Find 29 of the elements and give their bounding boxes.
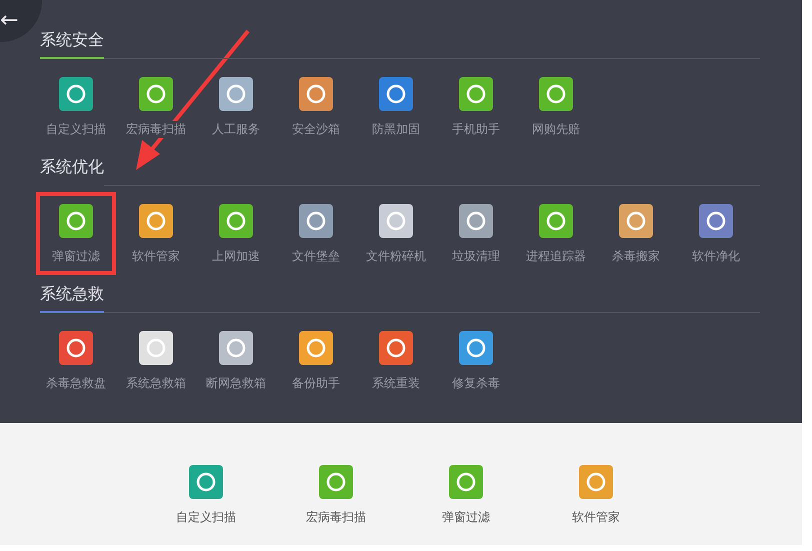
tool-button[interactable]: 垃圾清理 bbox=[436, 192, 516, 275]
tool-button[interactable]: 备份助手 bbox=[276, 319, 356, 402]
tool-button[interactable]: 修复杀毒 bbox=[436, 319, 516, 402]
tool-button[interactable]: 系统重装 bbox=[356, 319, 436, 402]
tool-button[interactable]: 文件粉碎机 bbox=[356, 192, 436, 275]
section-title: 系统急救 bbox=[40, 284, 104, 313]
tool-button[interactable]: 软件管家 bbox=[556, 453, 636, 536]
tool-button[interactable]: 系统急救箱 bbox=[116, 319, 196, 402]
tool-button[interactable]: 自定义扫描 bbox=[166, 453, 246, 536]
section-title: 系统优化 bbox=[40, 157, 104, 186]
tool-button[interactable]: 防黑加固 bbox=[356, 65, 436, 148]
tool-button[interactable]: 杀毒急救盘 bbox=[36, 319, 116, 402]
tool-button[interactable]: 杀毒搬家 bbox=[596, 192, 676, 275]
section-title: 系统安全 bbox=[40, 30, 104, 59]
tool-button[interactable]: 手机助手 bbox=[436, 65, 516, 148]
tool-button[interactable]: 宏病毒扫描 bbox=[116, 65, 196, 148]
tool-button[interactable]: 网购先赔 bbox=[516, 65, 596, 148]
tool-button[interactable]: 人工服务 bbox=[196, 65, 276, 148]
tool-button[interactable]: 上网加速 bbox=[196, 192, 276, 275]
tool-button[interactable]: 文件堡垒 bbox=[276, 192, 356, 275]
tool-button[interactable]: 软件净化 bbox=[676, 192, 756, 275]
tool-button[interactable]: 进程追踪器 bbox=[516, 192, 596, 275]
tool-button[interactable]: 自定义扫描 bbox=[36, 65, 116, 148]
tool-button[interactable]: 弹窗过滤 bbox=[36, 192, 116, 275]
tool-button[interactable]: 安全沙箱 bbox=[276, 65, 356, 148]
tool-button[interactable]: 断网急救箱 bbox=[196, 319, 276, 402]
tool-button[interactable]: 弹窗过滤 bbox=[426, 453, 506, 536]
tool-button[interactable]: 宏病毒扫描 bbox=[296, 453, 376, 536]
tool-button[interactable]: 软件管家 bbox=[116, 192, 196, 275]
